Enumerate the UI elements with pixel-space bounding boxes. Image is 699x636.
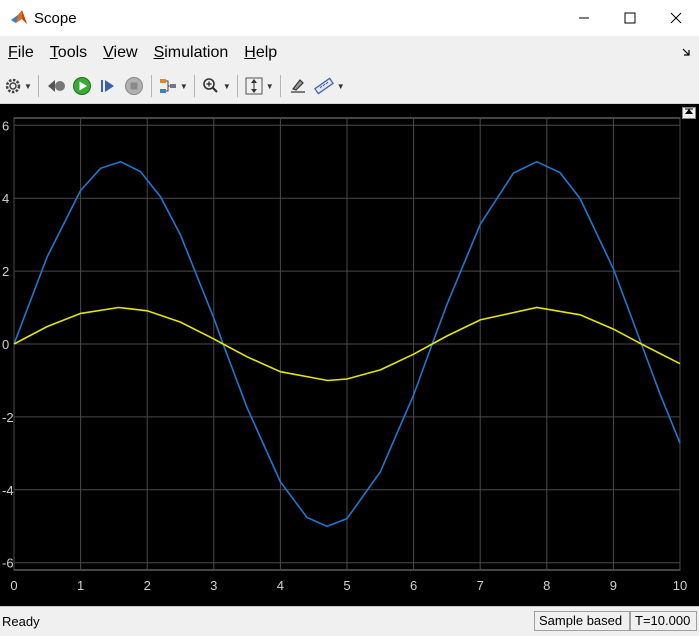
x-tick-label: 0 xyxy=(10,578,17,593)
x-tick-label: 9 xyxy=(610,578,617,593)
y-tick-label: -4 xyxy=(2,483,14,498)
menu-help[interactable]: Help xyxy=(244,44,277,62)
expand-axes-icon[interactable] xyxy=(682,107,696,119)
y-tick-label: -6 xyxy=(2,556,14,571)
menu-file[interactable]: File xyxy=(8,44,34,62)
highlight-icon xyxy=(290,79,305,93)
window-title: Scope xyxy=(34,9,77,27)
status-ready: Ready xyxy=(2,614,40,629)
zoom-in-icon xyxy=(203,78,218,93)
run-button[interactable] xyxy=(71,73,93,99)
run-icon xyxy=(72,77,91,95)
x-tick-label: 1 xyxy=(77,578,84,593)
settings-dropdown-icon: ▼ xyxy=(24,81,32,91)
stop-icon xyxy=(124,77,143,95)
signal-selector-button[interactable]: ▼ xyxy=(158,73,188,99)
step-back-icon xyxy=(47,80,65,92)
maximize-icon xyxy=(624,12,636,24)
simulation-time-indicator: T=10.000 xyxy=(630,611,697,631)
y-tick-label: 0 xyxy=(2,337,9,352)
signal-selector-icon xyxy=(159,79,176,93)
toolbar-separator xyxy=(193,75,195,97)
autoscale-button[interactable]: ▼ xyxy=(244,73,274,99)
menu-bar: File Tools View Simulation Help xyxy=(0,36,699,69)
zoom-dropdown-icon: ▼ xyxy=(222,81,231,91)
undock-arrow-icon[interactable] xyxy=(681,46,691,60)
autoscale-dropdown-icon: ▼ xyxy=(265,81,274,91)
matlab-logo-icon xyxy=(10,9,28,27)
minimize-icon xyxy=(579,17,589,19)
signal-selector-dropdown-icon: ▼ xyxy=(179,81,188,91)
title-bar: Scope xyxy=(0,0,699,36)
minimize-button[interactable] xyxy=(561,0,607,36)
highlight-button[interactable] xyxy=(287,73,309,99)
y-tick-label: 2 xyxy=(2,264,9,279)
toolbar-separator xyxy=(150,75,152,97)
menu-view[interactable]: View xyxy=(103,44,137,62)
stop-button[interactable] xyxy=(123,73,145,99)
menu-simulation[interactable]: Simulation xyxy=(154,44,229,62)
step-forward-icon xyxy=(100,80,114,92)
y-tick-label: 4 xyxy=(2,191,9,206)
toolbar-separator xyxy=(37,75,39,97)
autoscale-icon xyxy=(245,77,263,95)
step-forward-button[interactable] xyxy=(97,73,119,99)
zoom-button[interactable]: ▼ xyxy=(201,73,231,99)
menu-tools[interactable]: Tools xyxy=(50,44,87,62)
maximize-button[interactable] xyxy=(607,0,653,36)
y-tick-label: -2 xyxy=(2,410,14,425)
toolbar: ▼ ▼ ▼ ▼ ▼ xyxy=(0,69,699,104)
toolbar-separator xyxy=(236,75,238,97)
x-tick-label: 10 xyxy=(673,578,687,593)
status-bar: Ready Sample based T=10.000 xyxy=(0,606,699,636)
measure-button[interactable]: ▼ xyxy=(313,73,345,99)
x-tick-label: 2 xyxy=(144,578,151,593)
toolbar-separator xyxy=(279,75,281,97)
x-tick-label: 3 xyxy=(210,578,217,593)
y-tick-label: 6 xyxy=(2,118,9,133)
close-icon xyxy=(670,12,682,24)
settings-button[interactable]: ▼ xyxy=(4,73,32,99)
x-tick-label: 6 xyxy=(410,578,417,593)
scope-plot[interactable]: 0 1 2 3 4 5 6 7 8 9 10 -6 -4 -2 0 2 4 6 xyxy=(0,104,699,606)
sample-mode-indicator: Sample based xyxy=(534,611,630,631)
x-tick-label: 7 xyxy=(477,578,484,593)
x-tick-label: 8 xyxy=(543,578,550,593)
scope-axes[interactable]: 0 1 2 3 4 5 6 7 8 9 10 -6 -4 -2 0 2 4 6 xyxy=(0,104,699,606)
gear-icon xyxy=(5,78,21,94)
measure-dropdown-icon: ▼ xyxy=(336,81,345,91)
measure-icon xyxy=(313,77,334,95)
step-back-button[interactable] xyxy=(45,73,67,99)
x-tick-label: 5 xyxy=(343,578,350,593)
x-tick-label: 4 xyxy=(277,578,284,593)
close-button[interactable] xyxy=(653,0,699,36)
